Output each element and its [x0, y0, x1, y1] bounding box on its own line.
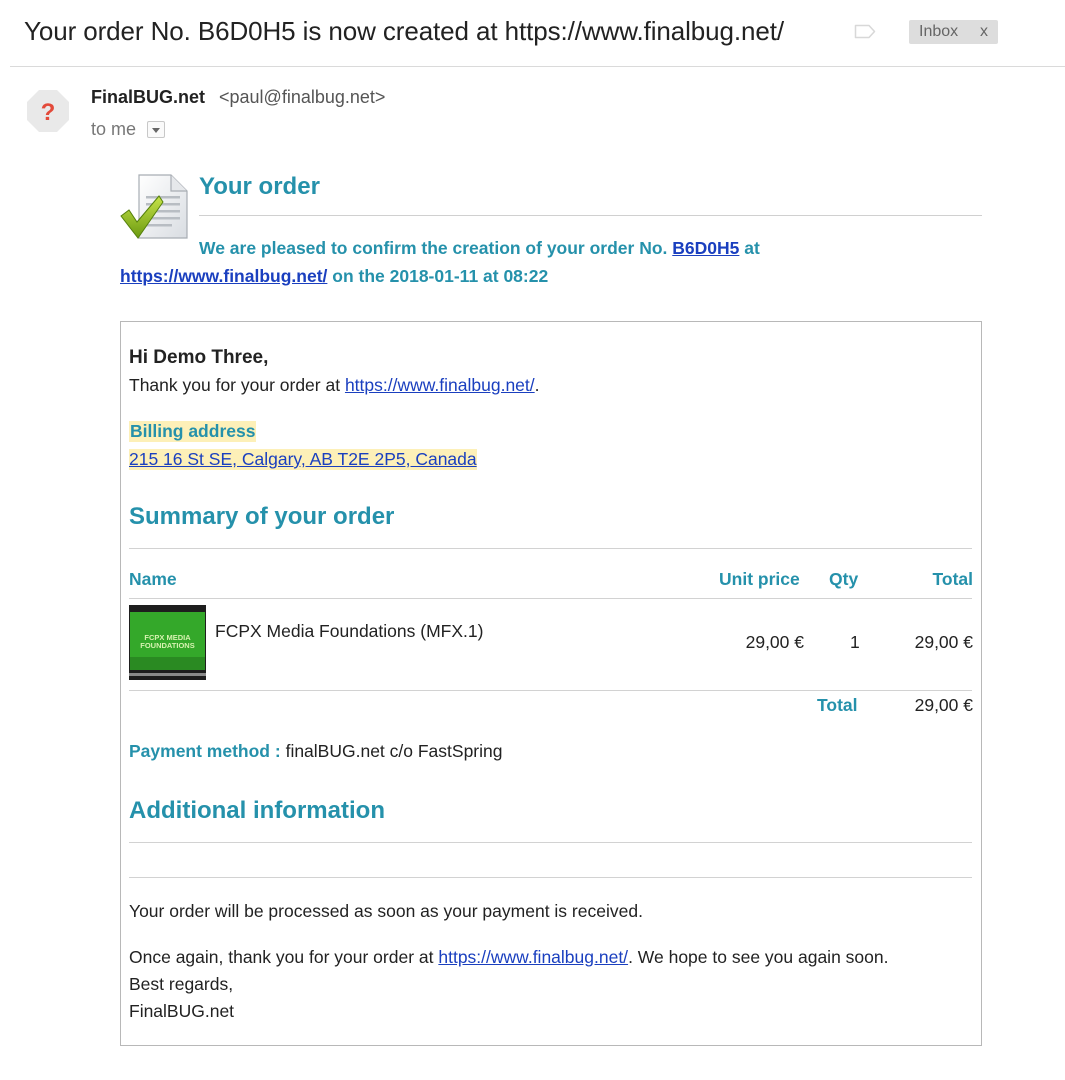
remove-label-button[interactable]: x — [980, 23, 988, 41]
payment-method-label: Payment method : — [129, 741, 281, 761]
again-suffix: . We hope to see you again soon. — [628, 947, 889, 967]
thanks-text: Thank you for your order at https://www.… — [129, 375, 540, 396]
footer-site-link[interactable]: https://www.finalbug.net/ — [438, 947, 628, 967]
thanks-prefix: Thank you for your order at — [129, 375, 341, 395]
confirmation-prefix: We are pleased to confirm the creation o… — [199, 238, 668, 258]
order-heading: Your order — [199, 173, 320, 200]
column-header-total: Total — [932, 569, 973, 589]
billing-address: 215 16 St SE, Calgary, AB T2E 2P5, Canad… — [129, 449, 477, 470]
column-header-unit-price: Unit price — [719, 569, 800, 589]
avatar-glyph: ? — [41, 99, 56, 126]
heading-divider — [199, 215, 982, 216]
order-total-label: Total — [817, 695, 858, 715]
confirmation-at: at — [744, 238, 760, 258]
additional-info-title: Additional information — [129, 797, 385, 824]
thanks-site-link[interactable]: https://www.finalbug.net/ — [345, 375, 535, 395]
again-prefix: Once again, thank you for your order at — [129, 947, 434, 967]
payment-method-value: finalBUG.net c/o FastSpring — [285, 741, 503, 761]
sender-name: FinalBUG.net — [91, 87, 206, 107]
document-checkmark-icon — [120, 174, 188, 239]
payment-method: Payment method : finalBUG.net c/o FastSp… — [129, 741, 502, 762]
recipient-label: to me — [91, 119, 137, 139]
email-subject: Your order No. B6D0H5 is now created at … — [24, 16, 784, 46]
signature: FinalBUG.net — [129, 1001, 235, 1021]
site-link[interactable]: https://www.finalbug.net/ — [120, 266, 327, 286]
order-total-value: 29,00 € — [914, 695, 973, 715]
sender-email: <paul@finalbug.net> — [219, 87, 386, 107]
billing-address-link[interactable]: 215 16 St SE, Calgary, AB T2E 2P5, Canad… — [129, 449, 477, 469]
processing-note: Your order will be processed as soon as … — [129, 901, 643, 921]
product-name: FCPX Media Foundations (MFX.1) — [215, 621, 484, 641]
additional-info-divider — [129, 842, 972, 843]
order-number-link[interactable]: B6D0H5 — [672, 238, 739, 258]
regards: Best regards, — [129, 974, 234, 994]
billing-address-title: Billing address — [129, 421, 257, 442]
thank-you-again: Once again, thank you for your order at … — [129, 947, 888, 968]
order-details-box: Hi Demo Three, Thank you for your order … — [120, 321, 982, 1046]
greeting: Hi Demo Three, — [129, 347, 269, 368]
confirmation-date: on the 2018-01-11 at 08:22 — [332, 266, 549, 286]
thanks-suffix: . — [534, 375, 540, 395]
confirmation-text: We are pleased to confirm the creation o… — [199, 238, 760, 259]
product-qty: 1 — [850, 632, 860, 652]
inbox-label-chip[interactable]: Inbox x — [909, 20, 998, 44]
question-mark-icon: ? — [27, 90, 69, 132]
table-row-divider — [129, 690, 972, 691]
summary-title: Summary of your order — [129, 503, 395, 530]
product-total: 29,00 € — [914, 632, 973, 652]
inbox-label: Inbox — [919, 23, 959, 40]
label-tag-icon[interactable] — [854, 24, 876, 39]
confirmation-text-line2: https://www.finalbug.net/ on the 2018-01… — [120, 266, 548, 287]
table-header-divider — [129, 598, 972, 599]
subject-bar: Your order No. B6D0H5 is now created at … — [0, 0, 1065, 68]
thumbnail-text-line2: FOUNDATIONS — [140, 641, 194, 650]
chevron-down-icon[interactable] — [147, 121, 165, 138]
subject-divider — [10, 66, 1065, 67]
product-unit-price: 29,00 € — [745, 632, 804, 652]
footer-divider — [129, 877, 972, 878]
column-header-name: Name — [129, 569, 177, 589]
summary-divider — [129, 548, 972, 549]
product-thumbnail: FCPX MEDIA FOUNDATIONS — [129, 605, 206, 680]
column-header-qty: Qty — [829, 569, 859, 589]
